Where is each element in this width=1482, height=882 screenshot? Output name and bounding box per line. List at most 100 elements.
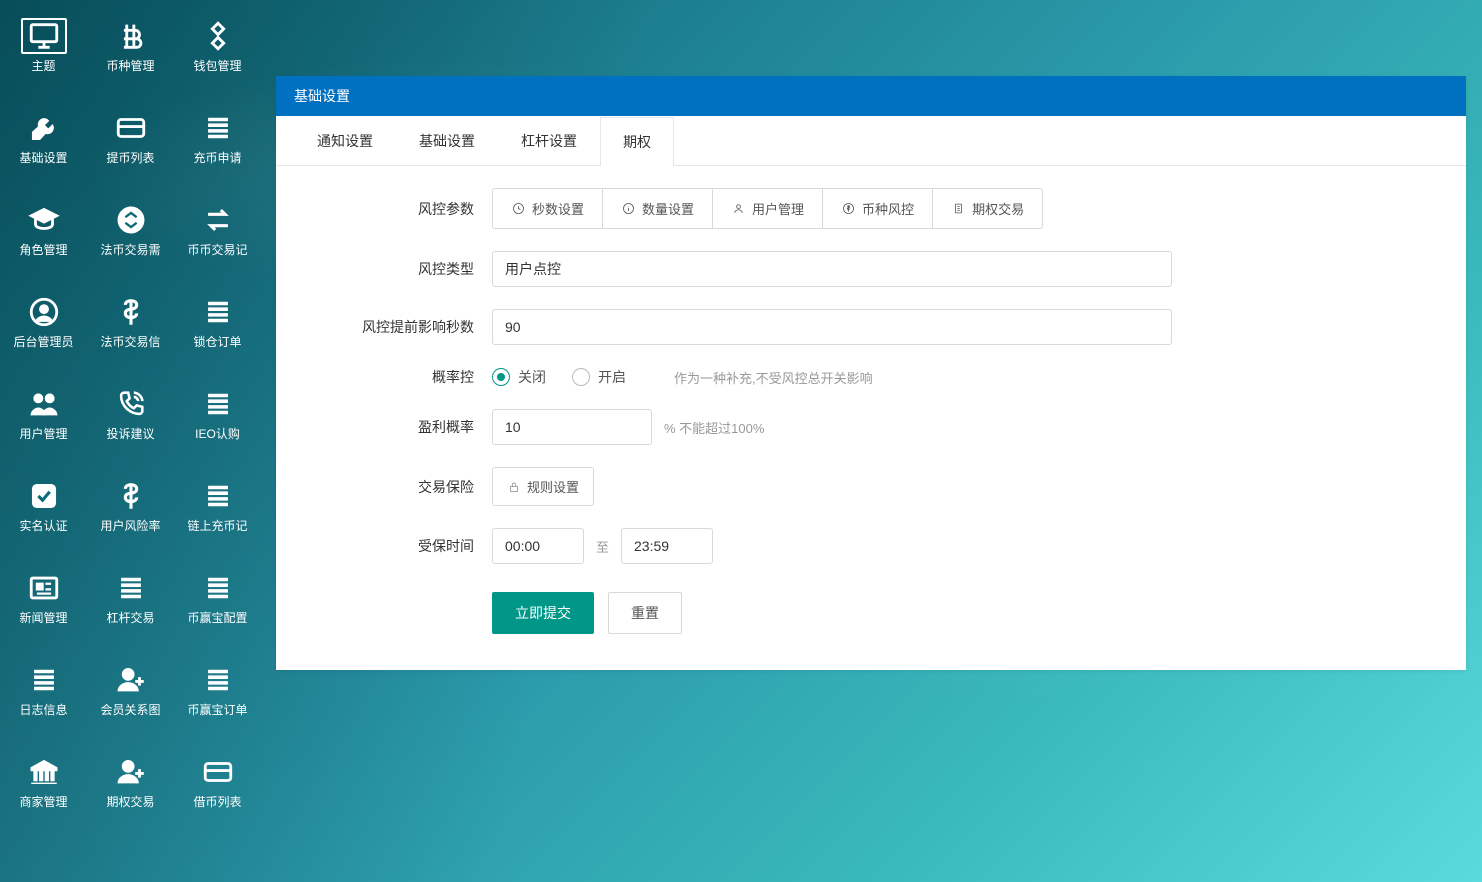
sidebar-item-arrows[interactable]: 币币交易记 [174,184,261,276]
main-panel: 基础设置 通知设置基础设置杠杆设置期权 风控参数 秒数设置数量设置用户管理币种风… [276,76,1466,670]
grad-cap-icon [21,202,67,238]
type-input[interactable] [492,251,1172,287]
tabs: 通知设置基础设置杠杆设置期权 [276,116,1466,166]
time-from-input[interactable] [492,528,584,564]
sidebar-item-list[interactable]: IEO认购 [174,368,261,460]
submit-button[interactable]: 立即提交 [492,592,594,634]
panel-title: 基础设置 [276,76,1466,116]
label-type: 风控类型 [316,259,492,279]
sidebar-item-label: 会员关系图 [100,704,160,717]
pill-clock[interactable]: 秒数设置 [492,188,603,229]
sidebar-item-monitor[interactable]: 主题 [0,0,87,92]
user-plus-icon [108,662,154,698]
sidebar-item-dollar[interactable]: 法币交易信 [87,276,174,368]
pill-doc[interactable]: 期权交易 [933,188,1043,229]
radio-on-label: 开启 [598,367,626,387]
rule-settings-button[interactable]: 规则设置 [492,467,594,506]
presec-input[interactable] [492,309,1172,345]
sidebar-item-card[interactable]: 提币列表 [87,92,174,184]
label-profit: 盈利概率 [316,417,492,437]
pill-dollar-c[interactable]: 币种风控 [823,188,933,229]
radio-on[interactable]: 开启 [572,367,626,387]
sidebar-item-list[interactable]: 日志信息 [0,644,87,736]
sidebar-item-list[interactable]: 杠杆交易 [87,552,174,644]
list-icon [195,478,241,514]
info-icon [621,201,636,216]
time-to-input[interactable] [621,528,713,564]
label-insurance: 交易保险 [316,477,492,497]
tab-2[interactable]: 杠杆设置 [498,116,600,165]
sidebar-item-label: 杠杆交易 [106,612,154,625]
wrench-icon [21,110,67,146]
pill-group: 秒数设置数量设置 用户管理 币种风控期权交易 [492,188,1043,229]
sidebar-item-list[interactable]: 锁仓订单 [174,276,261,368]
card-icon [108,110,154,146]
sidebar-item-label: 充币申请 [193,152,241,165]
lock-icon [507,480,521,494]
sidebar-item-user-plus[interactable]: 期权交易 [87,736,174,828]
sidebar-item-label: 币赢宝配置 [187,612,247,625]
sidebar-item-wallet-swap[interactable]: 钱包管理 [174,0,261,92]
check-box-icon [21,478,67,514]
sidebar-item-users[interactable]: 用户管理 [0,368,87,460]
list-icon [195,294,241,330]
sidebar-item-list[interactable]: 币赢宝订单 [174,644,261,736]
clock-icon [511,201,526,216]
sidebar-item-wrench[interactable]: 基础设置 [0,92,87,184]
sidebar-item-label: 提币列表 [106,152,154,165]
form-actions: 立即提交 重置 [492,592,1426,634]
list-icon [195,570,241,606]
sidebar-item-bitcoin[interactable]: 币种管理 [87,0,174,92]
form-area: 风控参数 秒数设置数量设置用户管理币种风控期权交易 风控类型 风控提前影响秒数 … [276,166,1466,670]
list-icon [21,662,67,698]
sidebar-item-list[interactable]: 充币申请 [174,92,261,184]
pill-person[interactable]: 用户管理 [713,188,823,229]
sidebar-item-label: 用户风险率 [100,520,160,533]
sidebar-item-bank[interactable]: 商家管理 [0,736,87,828]
dollar-icon [108,478,154,514]
profit-input[interactable] [492,409,652,445]
pill-info[interactable]: 数量设置 [603,188,713,229]
sidebar-item-label: 投诉建议 [106,428,154,441]
card-icon [195,754,241,790]
sidebar-item-label: 角色管理 [19,244,67,257]
users-icon [21,386,67,422]
label-time: 受保时间 [316,536,492,556]
sidebar-item-label: 借币列表 [193,796,241,809]
sidebar-item-list[interactable]: 币赢宝配置 [174,552,261,644]
tab-3[interactable]: 期权 [600,117,674,166]
pill-label: 用户管理 [752,199,804,218]
sidebar-item-news[interactable]: 新闻管理 [0,552,87,644]
sidebar-item-label: 锁仓订单 [193,336,241,349]
pill-label: 币种风控 [862,199,914,218]
list-icon [108,570,154,606]
circle-swap-icon [108,202,154,238]
sidebar-item-label: 用户管理 [19,428,67,441]
monitor-icon [21,18,67,54]
tab-0[interactable]: 通知设置 [294,116,396,165]
sidebar-item-label: 币种管理 [106,60,154,73]
sidebar-item-label: 钱包管理 [193,60,241,73]
sidebar-item-user-plus[interactable]: 会员关系图 [87,644,174,736]
bank-icon [21,754,67,790]
radio-circle-icon [492,368,510,386]
radio-off-label: 关闭 [518,367,546,387]
sidebar-item-card[interactable]: 借币列表 [174,736,261,828]
sidebar-item-user-circle[interactable]: 后台管理员 [0,276,87,368]
sidebar-item-phone-wave[interactable]: 投诉建议 [87,368,174,460]
reset-button[interactable]: 重置 [608,592,682,634]
sidebar-item-grad-cap[interactable]: 角色管理 [0,184,87,276]
sidebar-item-label: 期权交易 [106,796,154,809]
arrows-icon [195,202,241,238]
tab-1[interactable]: 基础设置 [396,116,498,165]
wallet-swap-icon [195,18,241,54]
sidebar-item-circle-swap[interactable]: 法币交易需 [87,184,174,276]
sidebar-item-list[interactable]: 链上充币记 [174,460,261,552]
radio-off[interactable]: 关闭 [492,367,546,387]
label-prob: 概率控 [316,367,492,387]
sidebar-item-label: 实名认证 [19,520,67,533]
sidebar-item-check-box[interactable]: 实名认证 [0,460,87,552]
sidebar-item-dollar[interactable]: 用户风险率 [87,460,174,552]
sidebar-item-label: 后台管理员 [13,336,73,349]
person-icon [731,201,746,216]
